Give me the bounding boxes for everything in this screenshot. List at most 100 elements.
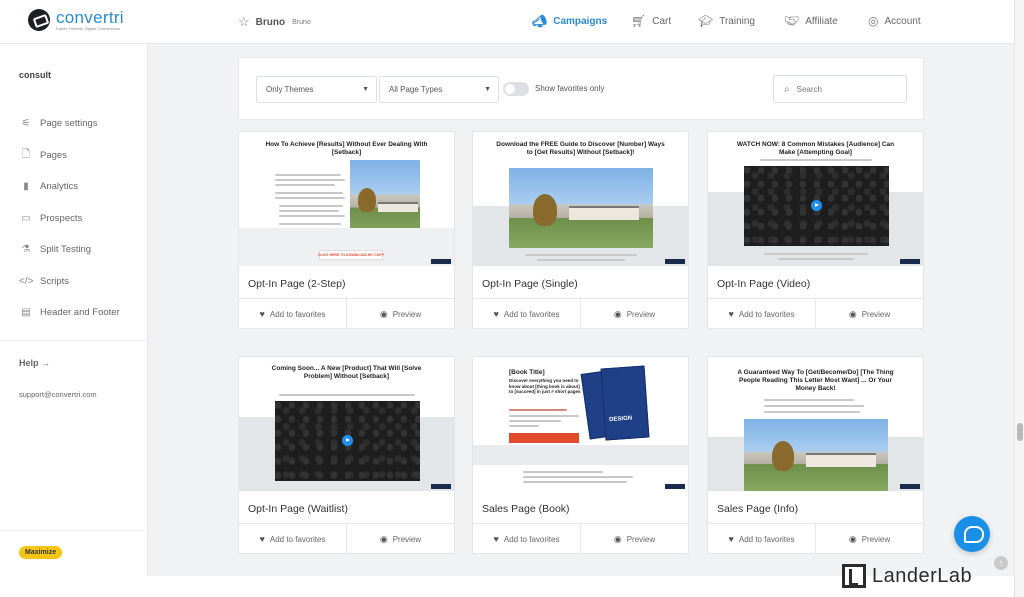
project-name[interactable]: Bruno bbox=[256, 17, 285, 28]
sidebar-item-label: Scripts bbox=[40, 275, 70, 287]
theme-select-value: Only Themes bbox=[266, 85, 314, 94]
page-scrollbar[interactable] bbox=[1014, 0, 1024, 597]
sidebar-item-page-settings[interactable]: ⚟ Page settings bbox=[19, 108, 120, 140]
eye-icon: ◉ bbox=[379, 308, 388, 319]
template-card[interactable]: Coming Soon... A New [Product] That Will… bbox=[238, 356, 455, 554]
thumbnail-photo bbox=[350, 160, 420, 236]
help-link[interactable]: Help → bbox=[19, 358, 50, 368]
user-circle-icon: ◎ bbox=[868, 14, 879, 28]
favorites-toggle[interactable] bbox=[503, 82, 529, 96]
support-email[interactable]: support@convertri.com bbox=[19, 390, 97, 399]
thumbnail-cta-text: CLICK HERE TO DOWNLOAD MY COPY bbox=[317, 253, 385, 257]
template-thumbnail[interactable]: WATCH NOW: 8 Common Mistakes [Audience] … bbox=[708, 132, 923, 266]
template-card[interactable]: WATCH NOW: 8 Common Mistakes [Audience] … bbox=[707, 131, 924, 329]
template-thumbnail[interactable]: A Guaranteed Way To [Get/Become/Do] [The… bbox=[708, 357, 923, 491]
preview-button[interactable]: ◉ Preview bbox=[580, 299, 688, 328]
add-to-favorites-button[interactable]: ♥ Add to favorites bbox=[473, 524, 580, 553]
preview-label: Preview bbox=[392, 534, 422, 544]
template-name: Sales Page (Book) bbox=[482, 503, 570, 515]
eye-icon: ◉ bbox=[848, 533, 857, 544]
thumbnail-video bbox=[275, 401, 420, 481]
preview-button[interactable]: ◉ Preview bbox=[815, 524, 923, 553]
brand-logo[interactable]: convertri Faster Funnels, Higher Convers… bbox=[28, 9, 124, 31]
project-breadcrumb: ☆ Bruno Bruno bbox=[238, 14, 311, 30]
add-to-favorites-button[interactable]: ♥ Add to favorites bbox=[708, 524, 815, 553]
sidebar-item-scripts[interactable]: </> Scripts bbox=[19, 266, 120, 298]
preview-button[interactable]: ◉ Preview bbox=[346, 524, 454, 553]
filter-bar: Only Themes ▼ All Page Types ▼ Show favo… bbox=[238, 57, 924, 120]
eye-icon: ◉ bbox=[613, 308, 622, 319]
template-thumbnail[interactable]: [Book Title] Discover everything you nee… bbox=[473, 357, 688, 491]
nav-account[interactable]: ◎ Account bbox=[868, 14, 921, 28]
template-card[interactable]: How To Achieve [Results] Without Ever De… bbox=[238, 131, 455, 329]
brand-name: convertri bbox=[56, 8, 124, 27]
heart-icon: ♥ bbox=[728, 309, 734, 319]
add-to-favorites-button[interactable]: ♥ Add to favorites bbox=[473, 299, 580, 328]
add-to-favorites-button[interactable]: ♥ Add to favorites bbox=[239, 299, 346, 328]
nav-label: Cart bbox=[652, 15, 672, 27]
sidebar-title: consult bbox=[19, 70, 52, 80]
chat-support-button[interactable] bbox=[954, 516, 990, 552]
thumbnail-headline: How To Achieve [Results] Without Ever De… bbox=[265, 141, 428, 156]
template-thumbnail[interactable]: Download the FREE Guide to Discover [Num… bbox=[473, 132, 688, 266]
template-name: Opt-In Page (2-Step) bbox=[248, 278, 346, 290]
bar-chart-icon: ▮ bbox=[23, 181, 29, 193]
thumbnail-video bbox=[744, 166, 889, 246]
landerlab-logo-icon bbox=[842, 564, 866, 588]
nav-label: Account bbox=[884, 15, 921, 27]
thumbnail-subhead: Discover everything you need to know abo… bbox=[509, 378, 581, 394]
search-input[interactable] bbox=[796, 84, 887, 94]
preview-label: Preview bbox=[626, 309, 656, 319]
scrollbar-thumb[interactable] bbox=[1017, 423, 1023, 441]
maximize-button[interactable]: Maximize bbox=[19, 546, 63, 559]
template-card[interactable]: A Guaranteed Way To [Get/Become/Do] [The… bbox=[707, 356, 924, 554]
sidebar-item-pages[interactable]: 🗋︎ Pages bbox=[19, 140, 120, 172]
heart-icon: ♥ bbox=[493, 309, 499, 319]
sidebar-item-header-footer[interactable]: ▤ Header and Footer bbox=[19, 297, 119, 329]
preview-button[interactable]: ◉ Preview bbox=[815, 299, 923, 328]
star-icon[interactable]: ☆ bbox=[238, 14, 250, 30]
sidebar-item-analytics[interactable]: ▮ Analytics bbox=[19, 171, 120, 203]
page-type-select[interactable]: All Page Types ▼ bbox=[379, 76, 499, 103]
preview-label: Preview bbox=[626, 534, 656, 544]
sidebar-item-split-testing[interactable]: ⚗ Split Testing bbox=[19, 234, 120, 266]
add-to-favorites-button[interactable]: ♥ Add to favorites bbox=[708, 299, 815, 328]
preview-label: Preview bbox=[861, 534, 891, 544]
template-thumbnail[interactable]: How To Achieve [Results] Without Ever De… bbox=[239, 132, 454, 266]
sidebar-item-prospects[interactable]: ▭ Prospects bbox=[19, 203, 120, 235]
eye-icon: ◉ bbox=[613, 533, 622, 544]
add-to-favorites-label: Add to favorites bbox=[503, 309, 560, 319]
card-actions: ♥ Add to favorites ◉ Preview bbox=[239, 298, 454, 328]
template-thumbnail[interactable]: Coming Soon... A New [Product] That Will… bbox=[239, 357, 454, 491]
theme-select[interactable]: Only Themes ▼ bbox=[256, 76, 377, 103]
template-card[interactable]: [Book Title] Discover everything you nee… bbox=[472, 356, 689, 554]
sidebar-item-label: Split Testing bbox=[40, 244, 92, 256]
sidebar-item-label: Prospects bbox=[40, 212, 83, 224]
caret-down-icon: ▼ bbox=[484, 86, 491, 93]
nav-affiliate[interactable]: 🤝︎ Affiliate bbox=[784, 14, 868, 28]
sidebar: consult ⚟ Page settings 🗋︎ Pages ▮ Analy… bbox=[0, 44, 148, 576]
preview-button[interactable]: ◉ Preview bbox=[580, 524, 688, 553]
template-name: Opt-In Page (Video) bbox=[717, 278, 811, 290]
add-to-favorites-label: Add to favorites bbox=[738, 309, 795, 319]
nav-training[interactable]: 🎓︎ Training bbox=[698, 14, 784, 28]
add-to-favorites-button[interactable]: ♥ Add to favorites bbox=[239, 524, 346, 553]
graduation-cap-icon: 🎓︎ bbox=[698, 14, 714, 28]
sidebar-divider bbox=[0, 340, 148, 341]
play-icon bbox=[811, 200, 822, 211]
page-type-select-value: All Page Types bbox=[389, 85, 443, 94]
nav-campaigns[interactable]: 📣︎ Campaigns bbox=[532, 14, 631, 28]
preview-button[interactable]: ◉ Preview bbox=[346, 299, 454, 328]
cart-icon: 🛒︎ bbox=[631, 14, 647, 28]
sidebar-item-label: Pages bbox=[40, 149, 67, 161]
sidebar-divider bbox=[0, 530, 148, 531]
sidebar-item-label: Analytics bbox=[40, 181, 79, 193]
thumbnail-headline: A Guaranteed Way To [Get/Become/Do] [The… bbox=[737, 369, 894, 392]
nav-cart[interactable]: 🛒︎ Cart bbox=[631, 14, 698, 28]
sidebar-menu: ⚟ Page settings 🗋︎ Pages ▮ Analytics ▭ P… bbox=[19, 108, 120, 329]
scroll-to-top-button[interactable]: ↑ bbox=[994, 556, 1008, 570]
add-to-favorites-label: Add to favorites bbox=[738, 534, 795, 544]
template-name: Opt-In Page (Waitlist) bbox=[248, 503, 348, 515]
template-card[interactable]: Download the FREE Guide to Discover [Num… bbox=[472, 131, 689, 329]
card-actions: ♥ Add to favorites ◉ Preview bbox=[708, 298, 923, 328]
